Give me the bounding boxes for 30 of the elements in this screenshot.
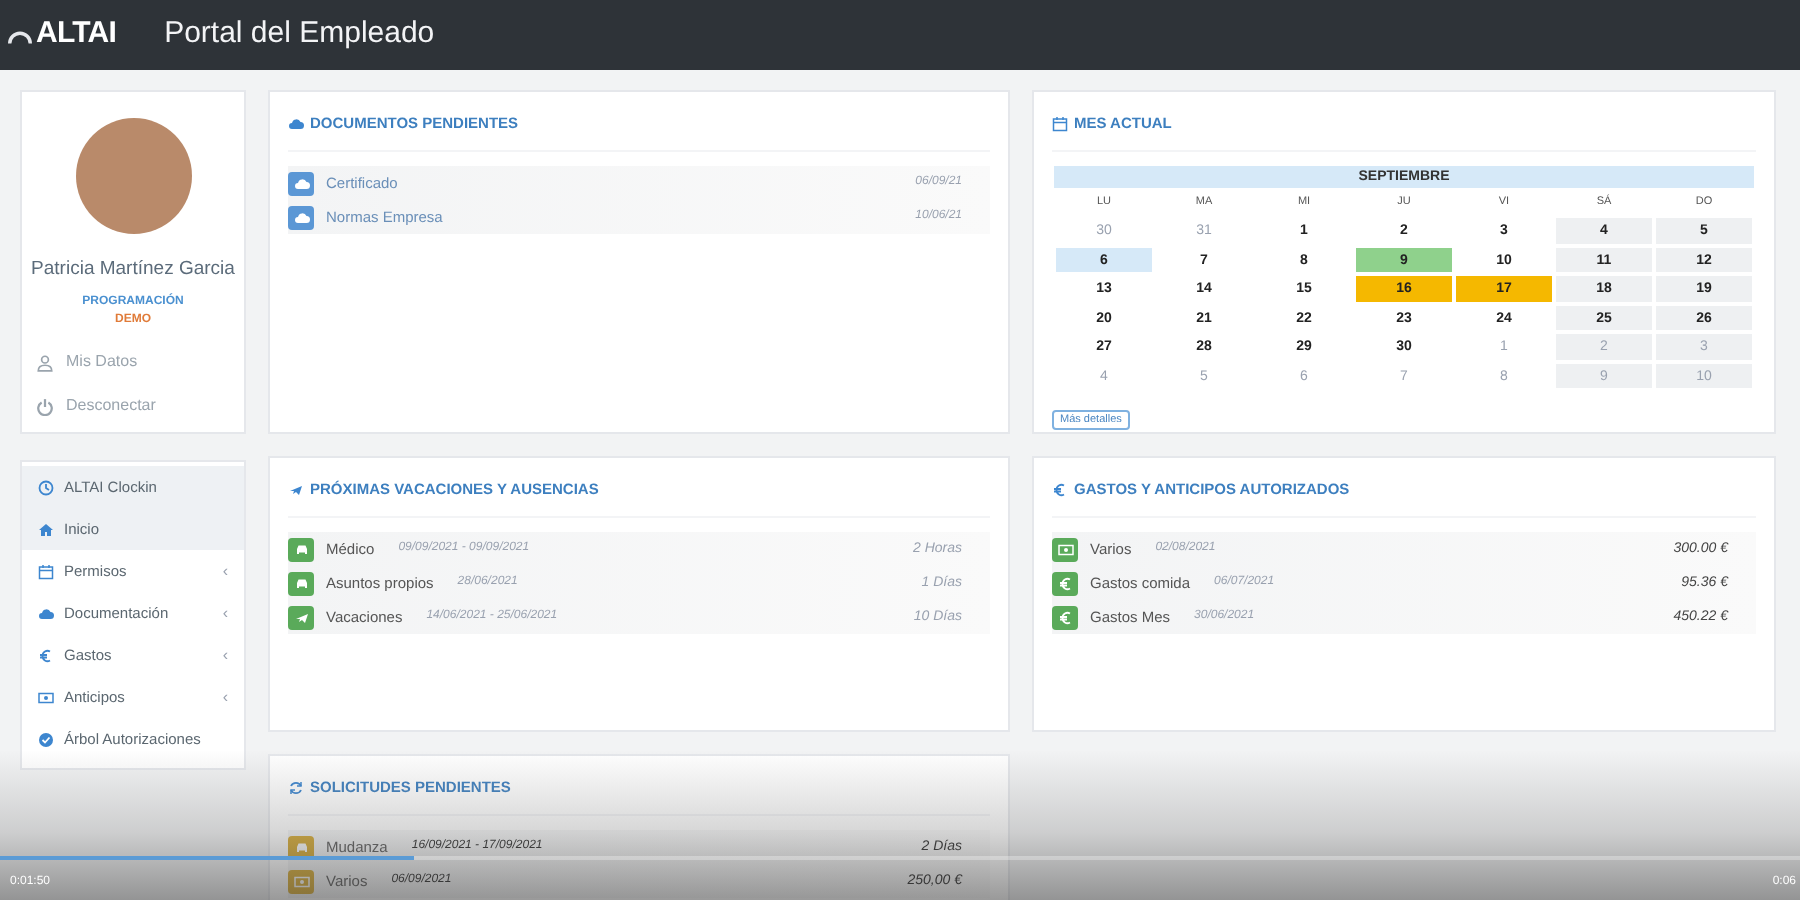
check-circle-icon — [38, 731, 54, 747]
plane-icon — [288, 481, 304, 498]
euro-icon — [1052, 481, 1068, 498]
plane-icon — [293, 609, 309, 626]
car-icon — [293, 541, 309, 558]
cloud-icon — [288, 115, 304, 132]
power-icon — [36, 397, 54, 416]
banknote-icon — [293, 873, 309, 890]
calendar-icon — [1052, 115, 1068, 132]
chevron-icon: ‹ — [222, 685, 228, 709]
cloud-icon — [38, 605, 54, 621]
car-icon — [293, 575, 309, 592]
logo-text: ALTAI — [36, 14, 117, 55]
app-title: Portal del Empleado — [164, 14, 435, 55]
chevron-icon: ‹ — [222, 643, 228, 667]
car-icon — [293, 839, 309, 856]
chevron-icon: ‹ — [222, 559, 228, 583]
banknote-icon — [38, 689, 54, 705]
refresh-icon — [288, 779, 304, 796]
home-icon — [38, 521, 54, 537]
clock-icon — [38, 479, 54, 495]
calendar-icon — [38, 563, 54, 579]
banknote-icon — [1057, 541, 1073, 558]
euro-icon — [1057, 575, 1073, 592]
chevron-icon: ‹ — [222, 601, 228, 625]
user-name: Patricia Martínez Garcia — [31, 256, 235, 284]
euro-icon — [38, 647, 54, 663]
logo-arc-icon — [8, 26, 32, 44]
euro-icon — [1057, 609, 1073, 626]
user-icon — [36, 353, 54, 372]
